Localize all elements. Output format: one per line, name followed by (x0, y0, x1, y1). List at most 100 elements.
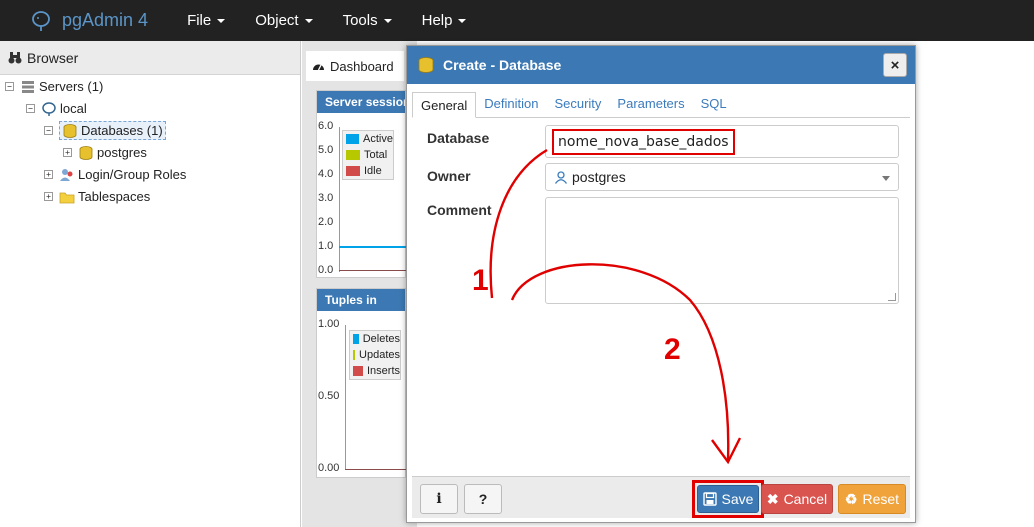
menu-tools-label: Tools (342, 12, 378, 29)
tree-node-tablespaces[interactable]: + Tablespaces (44, 189, 150, 204)
save-button[interactable]: Save (697, 485, 759, 513)
tree-label-databases: Databases (1) (81, 123, 163, 138)
selected-databases-node[interactable]: Databases (1) (59, 121, 166, 140)
help-button[interactable]: ? (464, 484, 502, 514)
tree-node-local[interactable]: − local (26, 101, 87, 116)
legend-label: Total (364, 149, 388, 161)
menu-file[interactable]: File (172, 12, 240, 29)
axis-tick: 0.0 (318, 264, 334, 276)
app-brand[interactable]: pgAdmin 4 (30, 10, 148, 32)
menu-object[interactable]: Object (240, 12, 327, 29)
legend-label: Idle (364, 165, 382, 177)
expand-icon[interactable]: + (63, 148, 72, 157)
tab-parameters[interactable]: Parameters (609, 91, 692, 117)
legend-swatch (353, 350, 356, 360)
axis-tick: 6.0 (318, 120, 334, 132)
recycle-icon: ♻ (844, 490, 858, 507)
menu-object-label: Object (255, 12, 299, 29)
browser-header: Browser (0, 41, 300, 75)
comment-textarea[interactable] (545, 197, 899, 304)
menu-tools[interactable]: Tools (328, 12, 407, 29)
legend-label: Updates (359, 349, 400, 361)
database-label: Database (427, 130, 490, 146)
caret-down-icon (304, 18, 313, 23)
legend-label: Deletes (362, 333, 400, 345)
owner-select[interactable]: postgres (545, 163, 899, 191)
elephant-logo-icon (32, 10, 50, 31)
axis-tick: 5.0 (318, 144, 334, 156)
save-highlight-box: Save (692, 480, 764, 518)
top-navbar: pgAdmin 4 File Object Tools Help (0, 0, 1034, 41)
database-icon (79, 145, 93, 160)
user-icon (554, 170, 568, 184)
tab-definition[interactable]: Definition (476, 91, 546, 117)
series-line (339, 246, 406, 248)
collapse-icon[interactable]: − (5, 82, 14, 91)
browser-panel: Browser − Servers (1) − local − Database… (0, 41, 301, 527)
database-icon (418, 57, 434, 73)
floppy-disk-icon (702, 492, 717, 506)
axis-tick: 2.0 (318, 216, 334, 228)
databases-icon (63, 123, 77, 138)
dialog-header[interactable]: Create - Database × (407, 46, 915, 84)
axis-tick: 1.00 (318, 318, 340, 330)
close-button[interactable]: × (883, 53, 907, 77)
legend-swatch (353, 334, 359, 344)
resize-handle-icon[interactable] (888, 293, 896, 301)
axis-tick: 0.50 (318, 390, 340, 402)
collapse-icon[interactable]: − (26, 104, 35, 113)
caret-down-icon (217, 18, 226, 23)
x-axis-line (345, 469, 406, 470)
legend-entry: Updates (350, 347, 400, 363)
y-axis-line (339, 127, 340, 272)
dialog-title: Create - Database (443, 57, 562, 73)
legend-entry: Total (343, 147, 393, 163)
expand-icon[interactable]: + (44, 192, 53, 201)
tree-label-tablespaces: Tablespaces (78, 189, 151, 204)
legend-label: Inserts (366, 365, 400, 377)
dialog-tabs: General Definition Security Parameters S… (412, 90, 910, 118)
owner-label: Owner (427, 168, 471, 184)
tree-node-databases[interactable]: − Databases (1) (44, 121, 166, 140)
dialog-footer: i ? Save ✖ Cancel ♻ Reset (412, 476, 910, 518)
menu-help[interactable]: Help (407, 12, 482, 29)
create-database-dialog: Create - Database × General Definition S… (406, 45, 916, 523)
tree-node-roles[interactable]: + Login/Group Roles (44, 167, 186, 182)
tree-label-local: local (60, 101, 87, 116)
axis-tick: 1.0 (318, 240, 334, 252)
cancel-button[interactable]: ✖ Cancel (761, 484, 833, 514)
legend-entry: Idle (343, 163, 393, 179)
legend-entry: Deletes (350, 331, 400, 347)
tab-general[interactable]: General (412, 92, 477, 118)
tab-security[interactable]: Security (546, 91, 609, 117)
roles-icon (60, 168, 73, 181)
expand-icon[interactable]: + (44, 170, 53, 179)
info-button[interactable]: i (420, 484, 458, 514)
tree-label-postgres: postgres (97, 145, 147, 160)
x-axis-line (339, 270, 406, 271)
cancel-label: Cancel (783, 491, 828, 507)
axis-tick: 4.0 (318, 168, 334, 180)
reset-button[interactable]: ♻ Reset (838, 484, 906, 514)
tab-dashboard[interactable]: Dashboard (306, 51, 404, 81)
legend-swatch (346, 134, 360, 144)
tab-sql[interactable]: SQL (693, 91, 735, 117)
legend-entry: Active (343, 131, 393, 147)
panel-title: Server sessions (317, 91, 405, 113)
comment-label: Comment (427, 202, 492, 218)
tree-node-servers[interactable]: − Servers (1) (5, 79, 103, 94)
database-name-input[interactable]: nome_nova_base_dados (545, 125, 899, 158)
chevron-down-icon[interactable] (882, 176, 890, 181)
folder-icon (59, 192, 75, 203)
app-title: pgAdmin 4 (62, 10, 149, 30)
database-name-value[interactable]: nome_nova_base_dados (552, 128, 735, 155)
menu-help-label: Help (421, 12, 453, 29)
tree-label-servers: Servers (1) (39, 79, 104, 94)
legend-entry: Inserts (350, 363, 400, 379)
legend-swatch (346, 166, 360, 176)
tree-node-postgres[interactable]: + postgres (63, 145, 147, 160)
collapse-icon[interactable]: − (44, 126, 53, 135)
reset-label: Reset (862, 491, 900, 507)
tuples-legend: Deletes Updates Inserts (349, 330, 401, 380)
caret-down-icon (383, 18, 392, 23)
